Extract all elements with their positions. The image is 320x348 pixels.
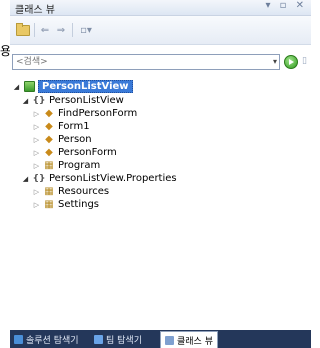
panel-title: 클래스 뷰 — [15, 5, 55, 16]
new-folder-button[interactable] — [16, 22, 30, 37]
expand-closed-icon[interactable]: ▷ — [33, 136, 40, 144]
tab-team-explorer[interactable]: 팀 탐색기 — [94, 332, 142, 346]
tree-node-root[interactable]: ◢ PersonListView — [13, 80, 133, 93]
chevron-down-icon[interactable]: ▾ — [273, 57, 277, 66]
tree-node-label: PersonForm — [58, 147, 117, 158]
project-icon — [23, 81, 35, 92]
back-button[interactable]: ⇐ — [38, 23, 52, 37]
tree-node-label: Person — [58, 134, 92, 145]
namespace-icon: {} — [32, 95, 46, 106]
tree-node-label: PersonListView — [49, 95, 124, 106]
tree-node-class[interactable]: ▷ ▦ Program — [33, 159, 100, 172]
tree-node-class[interactable]: ▷ ◆ Person — [33, 133, 92, 146]
forward-button[interactable]: ⇒ — [54, 23, 68, 37]
tab-class-view[interactable]: 클래스 뷰 — [160, 331, 218, 348]
expand-open-icon[interactable]: ◢ — [22, 97, 29, 105]
tree-node-label: Settings — [58, 199, 100, 210]
search-input[interactable] — [13, 55, 271, 69]
class-view-panel: 클래스 뷰 ▾ ▫ ✕ ⇐ ⇒ ▫▾ ▾ ▯ ◢ PersonListView … — [10, 0, 311, 348]
class-icon: ◆ — [45, 134, 53, 145]
expand-closed-icon[interactable]: ▷ — [33, 188, 40, 196]
search-row: ▾ ▯ — [10, 54, 311, 72]
search-go-button[interactable] — [284, 55, 298, 69]
static-class-icon: ▦ — [44, 186, 54, 197]
bottom-tabbar: 솔루션 탐색기 팀 탐색기 클래스 뷰 — [10, 330, 311, 348]
window-controls[interactable]: ▾ ▫ ✕ — [265, 0, 307, 11]
class-icon: ◆ — [45, 108, 53, 119]
team-explorer-icon — [94, 334, 103, 344]
static-class-icon: ▦ — [44, 160, 54, 171]
expand-open-icon[interactable]: ◢ — [13, 83, 20, 91]
toolbar-separator — [34, 23, 35, 37]
expand-closed-icon[interactable]: ▷ — [33, 110, 40, 118]
tree-node-class[interactable]: ▷ ▦ Resources — [33, 185, 109, 198]
toolbar: ⇐ ⇒ ▫▾ — [10, 16, 311, 45]
tab-label: 클래스 뷰 — [177, 336, 213, 347]
expand-closed-icon[interactable]: ▷ — [33, 162, 40, 170]
tree-node-class[interactable]: ▷ ◆ FindPersonForm — [33, 107, 138, 120]
toolbar-separator — [72, 23, 73, 37]
class-tree: ◢ PersonListView ◢ {} PersonListView ▷ ◆… — [10, 80, 311, 298]
class-icon: ◆ — [45, 121, 53, 132]
tree-node-label: Program — [58, 160, 101, 171]
tree-node-label: Resources — [58, 186, 110, 197]
search-box: ▾ — [12, 54, 280, 70]
tree-node-namespace[interactable]: ◢ {} PersonListView.Properties — [22, 172, 177, 185]
empty-area — [10, 298, 311, 330]
panel-titlebar[interactable]: 클래스 뷰 ▾ ▫ ✕ — [10, 0, 311, 16]
clear-search-button[interactable]: ▯ — [302, 56, 310, 68]
tab-solution-explorer[interactable]: 솔루션 탐색기 — [14, 332, 79, 346]
tree-node-label: PersonListView.Properties — [49, 173, 177, 184]
expand-closed-icon[interactable]: ▷ — [33, 123, 40, 131]
class-view-icon — [165, 335, 174, 345]
tree-node-class[interactable]: ▷ ▦ Settings — [33, 198, 99, 211]
settings-dropdown-button[interactable]: ▫▾ — [76, 23, 96, 37]
tab-label: 솔루션 탐색기 — [26, 335, 79, 346]
tree-node-label: Form1 — [58, 121, 90, 132]
tree-node-class[interactable]: ▷ ◆ PersonForm — [33, 146, 117, 159]
solution-explorer-icon — [14, 334, 23, 344]
tree-node-class[interactable]: ▷ ◆ Form1 — [33, 120, 90, 133]
tree-node-label: PersonListView — [38, 80, 133, 93]
class-icon: ◆ — [45, 147, 53, 158]
expand-closed-icon[interactable]: ▷ — [33, 149, 40, 157]
static-class-icon: ▦ — [44, 199, 54, 210]
namespace-icon: {} — [32, 173, 46, 184]
expand-closed-icon[interactable]: ▷ — [33, 201, 40, 209]
tab-label: 팀 탐색기 — [106, 335, 142, 346]
tree-node-namespace[interactable]: ◢ {} PersonListView — [22, 94, 124, 107]
folder-icon — [16, 22, 30, 36]
expand-open-icon[interactable]: ◢ — [22, 175, 29, 183]
tree-node-label: FindPersonForm — [58, 108, 138, 119]
